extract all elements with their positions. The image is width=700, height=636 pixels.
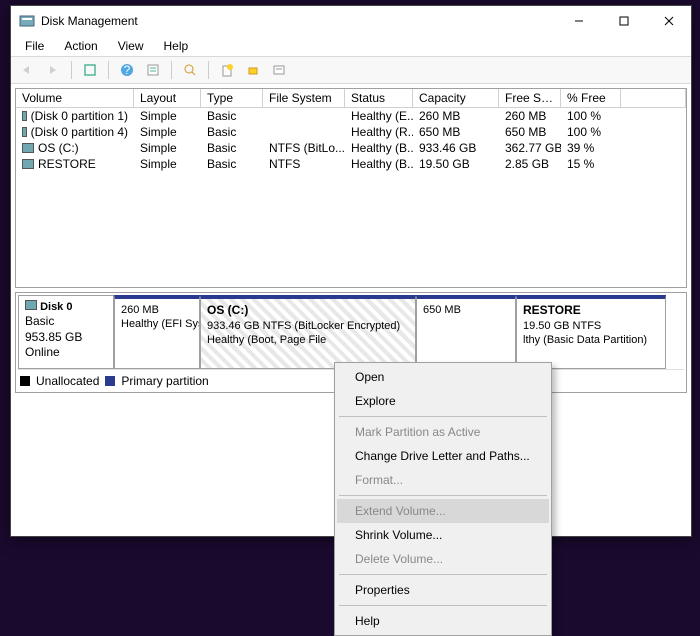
menu-item-change-drive-letter-and-paths[interactable]: Change Drive Letter and Paths... <box>337 444 549 468</box>
menu-item-explore[interactable]: Explore <box>337 389 549 413</box>
partition[interactable]: 650 MB <box>416 295 516 369</box>
refresh-icon[interactable] <box>80 60 100 80</box>
menu-item-open[interactable]: Open <box>337 365 549 389</box>
table-row[interactable]: (Disk 0 partition 1)SimpleBasicHealthy (… <box>16 108 686 124</box>
column-header[interactable]: Layout <box>134 89 201 107</box>
toolbar: ? <box>11 56 691 84</box>
minimize-button[interactable] <box>556 6 601 36</box>
help-icon[interactable]: ? <box>117 60 137 80</box>
menu-file[interactable]: File <box>17 37 52 55</box>
menu-item-help[interactable]: Help <box>337 609 549 633</box>
volume-icon <box>22 143 34 153</box>
back-button[interactable] <box>17 60 37 80</box>
search-icon[interactable] <box>180 60 200 80</box>
column-header[interactable]: % Free <box>561 89 621 107</box>
volume-icon <box>22 159 34 169</box>
menu-view[interactable]: View <box>110 37 152 55</box>
menu-item-format: Format... <box>337 468 549 492</box>
menu-item-delete-volume: Delete Volume... <box>337 547 549 571</box>
titlebar[interactable]: Disk Management <box>11 6 691 36</box>
app-icon <box>19 13 35 29</box>
context-menu: OpenExplore Mark Partition as ActiveChang… <box>334 362 552 636</box>
close-button[interactable] <box>646 6 691 36</box>
column-header[interactable]: Type <box>201 89 263 107</box>
partition[interactable]: RESTORE19.50 GB NTFSlthy (Basic Data Par… <box>516 295 666 369</box>
disk-label[interactable]: Disk 0 Basic 953.85 GB Online <box>18 295 114 369</box>
primary-partition-swatch <box>105 376 115 386</box>
disk-icon <box>25 300 37 310</box>
volume-list[interactable]: VolumeLayoutTypeFile SystemStatusCapacit… <box>15 88 687 288</box>
table-row[interactable]: (Disk 0 partition 4)SimpleBasicHealthy (… <box>16 124 686 140</box>
column-header[interactable]: Status <box>345 89 413 107</box>
partition[interactable]: OS (C:)933.46 GB NTFS (BitLocker Encrypt… <box>200 295 416 369</box>
menu-item-extend-volume: Extend Volume... <box>337 499 549 523</box>
column-header[interactable]: File System <box>263 89 345 107</box>
menu-item-mark-partition-as-active: Mark Partition as Active <box>337 420 549 444</box>
attach-icon[interactable] <box>243 60 263 80</box>
forward-button[interactable] <box>43 60 63 80</box>
menu-help[interactable]: Help <box>156 37 197 55</box>
volume-icon <box>22 111 27 121</box>
menu-action[interactable]: Action <box>56 37 105 55</box>
maximize-button[interactable] <box>601 6 646 36</box>
menu-item-shrink-volume[interactable]: Shrink Volume... <box>337 523 549 547</box>
partition[interactable]: 260 MBHealthy (EFI Sys <box>114 295 200 369</box>
table-row[interactable]: OS (C:)SimpleBasicNTFS (BitLo...Healthy … <box>16 140 686 156</box>
column-header[interactable]: Capacity <box>413 89 499 107</box>
unallocated-swatch <box>20 376 30 386</box>
window-title: Disk Management <box>41 14 556 28</box>
list-icon[interactable] <box>269 60 289 80</box>
column-header[interactable]: Volume <box>16 89 134 107</box>
volume-icon <box>22 127 27 137</box>
table-row[interactable]: RESTORESimpleBasicNTFSHealthy (B...19.50… <box>16 156 686 172</box>
svg-text:?: ? <box>124 63 131 77</box>
column-header[interactable]: Free Spa... <box>499 89 561 107</box>
menu-item-properties[interactable]: Properties <box>337 578 549 602</box>
properties-icon[interactable] <box>143 60 163 80</box>
menubar: File Action View Help <box>11 36 691 56</box>
new-icon[interactable] <box>217 60 237 80</box>
